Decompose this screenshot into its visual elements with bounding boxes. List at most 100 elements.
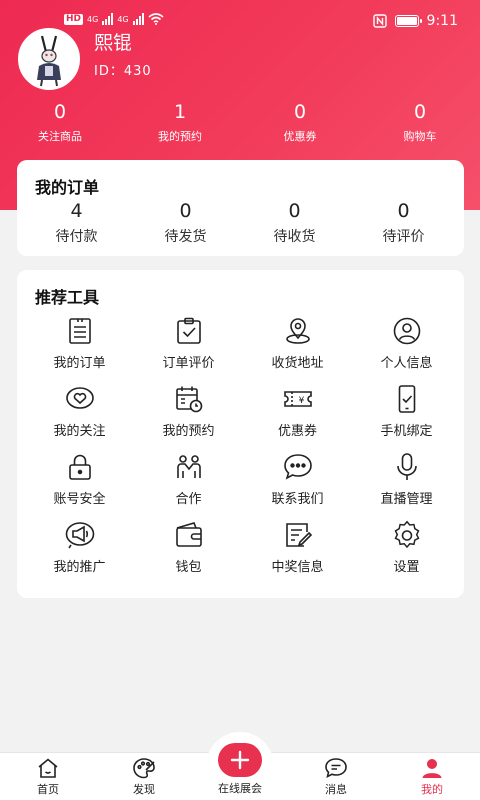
wifi-icon (148, 13, 164, 25)
online-expo-label: 在线展会 (218, 782, 262, 795)
order-label: 待付款 (55, 229, 98, 245)
tool-cooperation[interactable]: 合作 (134, 452, 243, 520)
tab-messages[interactable]: 消息 (288, 757, 384, 797)
tool-my-follows[interactable]: 我的关注 (25, 384, 134, 452)
order-label: 待发货 (164, 229, 207, 245)
nfc-icon (372, 14, 387, 28)
tool-wallet[interactable]: 钱包 (134, 520, 243, 588)
user-id: ID：430 (94, 64, 152, 79)
partners-icon (176, 455, 201, 478)
tool-contact-us[interactable]: 联系我们 (243, 452, 352, 520)
battery-icon (394, 15, 422, 27)
tool-my-appointments[interactable]: 我的预约 (134, 384, 243, 452)
order-pending-receipt[interactable]: 0 待收货 (240, 200, 349, 246)
tool-label: 我的订单 (53, 356, 106, 371)
stat-my-appointments[interactable]: 1 我的预约 (120, 100, 240, 144)
microphone-icon (396, 453, 417, 480)
order-pending-payment[interactable]: 4 待付款 (22, 200, 131, 246)
location-pin-icon (285, 318, 310, 344)
tab-discover[interactable]: 发现 (96, 757, 192, 797)
tool-label: 优惠券 (277, 424, 317, 439)
plus-icon (230, 750, 250, 770)
tool-label: 收货地址 (271, 356, 324, 371)
tool-live-management[interactable]: 直播管理 (352, 452, 461, 520)
tool-prize-info[interactable]: 中奖信息 (243, 520, 352, 588)
lock-icon (68, 454, 91, 480)
clipboard-check-icon (176, 317, 201, 344)
order-pending-shipment[interactable]: 0 待发货 (131, 200, 240, 246)
stat-value: 0 (293, 101, 307, 123)
tools-title: 推荐工具 (35, 288, 100, 307)
tool-order-review[interactable]: 订单评价 (134, 316, 243, 384)
tab-label: 我的 (421, 783, 443, 796)
tool-label: 我的预约 (162, 424, 215, 439)
tool-coupons[interactable]: ¥ 优惠券 (243, 384, 352, 452)
stat-value: 0 (53, 101, 67, 123)
calendar-clock-icon (175, 386, 202, 413)
network-type-2: 4G (117, 14, 129, 24)
megaphone-icon (65, 522, 94, 549)
order-status-row: 4 待付款 0 待发货 0 待收货 0 待评价 (17, 200, 464, 246)
order-count: 4 (70, 200, 83, 222)
my-orders-card: 我的订单 4 待付款 0 待发货 0 待收货 0 待评价 (17, 160, 464, 256)
username: 熙锟 (94, 32, 133, 54)
stat-followed-products[interactable]: 0 关注商品 (0, 100, 120, 144)
avatar[interactable] (18, 28, 80, 90)
tab-home[interactable]: 首页 (0, 757, 96, 797)
heart-bubble-icon (65, 387, 94, 409)
tool-label: 账号安全 (53, 492, 106, 507)
stat-value: 1 (173, 101, 187, 123)
stat-cart[interactable]: 0 购物车 (360, 100, 480, 144)
tool-personal-info[interactable]: 个人信息 (352, 316, 461, 384)
tool-label: 手机绑定 (380, 424, 433, 439)
svg-text:¥: ¥ (298, 396, 304, 406)
stat-label: 关注商品 (38, 130, 82, 143)
palette-icon (133, 758, 155, 779)
tab-mine[interactable]: 我的 (384, 757, 480, 797)
order-label: 待收货 (273, 229, 316, 245)
tool-label: 中奖信息 (271, 560, 324, 575)
wallet-icon (175, 522, 202, 547)
clock: 9:11 (426, 13, 458, 29)
tool-label: 联系我们 (271, 492, 324, 507)
tab-label: 首页 (37, 783, 59, 796)
order-count: 0 (288, 200, 301, 222)
tool-settings[interactable]: 设置 (352, 520, 461, 588)
phone-check-icon (398, 385, 415, 413)
orders-title[interactable]: 我的订单 (35, 174, 99, 198)
hd-badge: HD (64, 13, 84, 25)
order-pending-review[interactable]: 0 待评价 (349, 200, 458, 246)
tab-label: 发现 (133, 783, 155, 796)
signal-icon-2 (132, 13, 144, 25)
coupon-icon: ¥ (283, 391, 312, 407)
order-count: 0 (397, 200, 410, 222)
profile-stats: 0 关注商品 1 我的预约 0 优惠券 0 购物车 (0, 100, 480, 144)
settings-icon (394, 520, 419, 549)
tool-label: 我的推广 (53, 560, 106, 575)
note-edit-icon (285, 523, 312, 547)
stat-coupons[interactable]: 0 优惠券 (240, 100, 360, 144)
online-expo-button[interactable] (218, 743, 262, 777)
tool-my-orders[interactable]: 我的订单 (25, 316, 134, 384)
order-label: 待评价 (382, 229, 425, 245)
stat-label: 优惠券 (283, 130, 317, 143)
tool-phone-binding[interactable]: 手机绑定 (352, 384, 461, 452)
tool-label: 我的关注 (53, 424, 106, 439)
tool-my-promotion[interactable]: 我的推广 (25, 520, 134, 588)
tool-label: 个人信息 (380, 356, 433, 371)
tool-label: 合作 (175, 492, 202, 507)
network-type: 4G (87, 14, 99, 24)
order-count: 0 (179, 200, 192, 222)
tool-shipping-address[interactable]: 收货地址 (243, 316, 352, 384)
tool-label: 直播管理 (380, 492, 433, 507)
chat-bubble-icon (283, 454, 312, 480)
stat-label: 我的预约 (158, 130, 202, 143)
tool-account-security[interactable]: 账号安全 (25, 452, 134, 520)
tools-grid: 我的订单 订单评价 收货地址 个人信息 我的关注 我的预约 ¥ 优惠券 手机绑定… (17, 316, 464, 588)
recommended-tools-card: 推荐工具 我的订单 订单评价 收货地址 个人信息 我的关注 我的预约 ¥ 优惠券 (17, 270, 464, 598)
user-solid-icon (422, 759, 442, 778)
message-icon (325, 758, 347, 778)
rabbit-avatar-icon (20, 30, 78, 88)
stat-value: 0 (413, 101, 427, 123)
tab-label: 消息 (325, 783, 347, 796)
